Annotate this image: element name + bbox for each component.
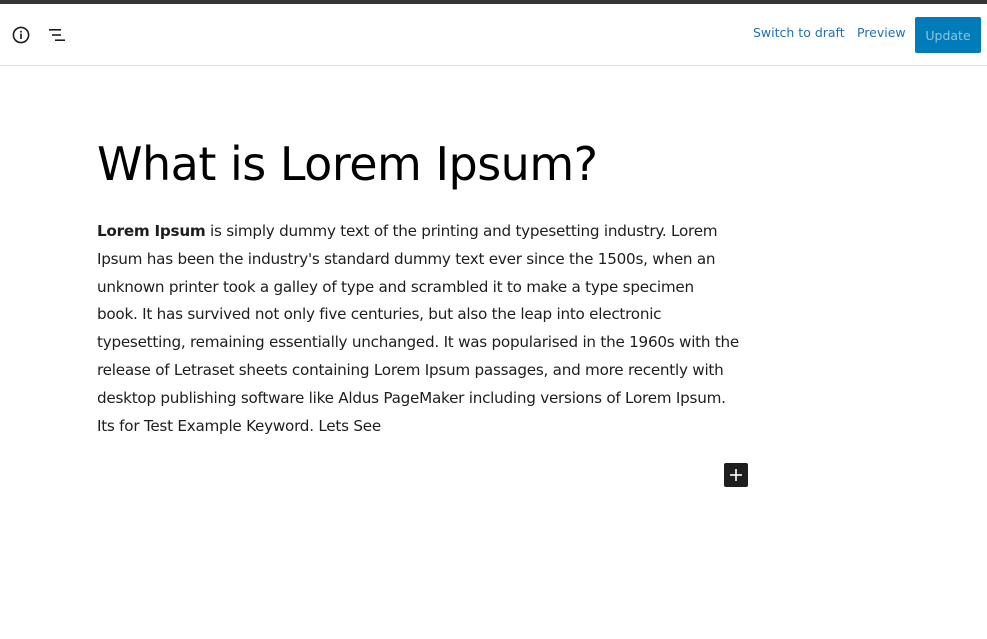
info-circle-icon[interactable]: [9, 23, 33, 47]
post-title[interactable]: What is Lorem Ipsum?: [97, 134, 737, 194]
paragraph-bold-text: Lorem Ipsum: [97, 222, 206, 240]
block-inserter-button[interactable]: [724, 463, 748, 487]
paragraph-block[interactable]: Lorem Ipsum is simply dummy text of the …: [97, 218, 739, 440]
editor-canvas: What is Lorem Ipsum? Lorem Ipsum is simp…: [0, 67, 987, 639]
switch-to-draft-button[interactable]: Switch to draft: [753, 25, 845, 40]
editor-header-toolbar: Switch to draft Preview Update: [0, 4, 987, 66]
plus-icon: [730, 469, 742, 481]
preview-button[interactable]: Preview: [857, 25, 906, 40]
list-view-icon[interactable]: [45, 23, 69, 47]
paragraph-text: is simply dummy text of the printing and…: [97, 222, 739, 435]
update-button[interactable]: Update: [915, 17, 981, 53]
